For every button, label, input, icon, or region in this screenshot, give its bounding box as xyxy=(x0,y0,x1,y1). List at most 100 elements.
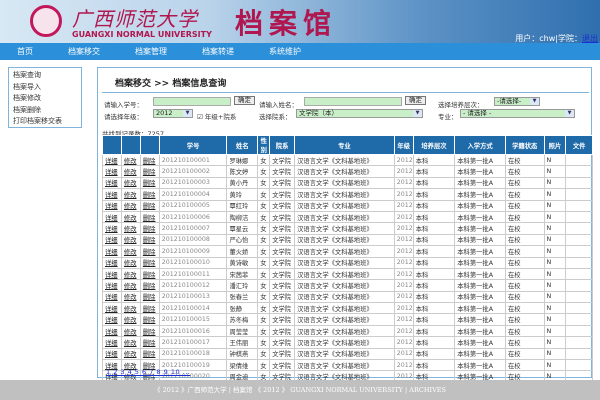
delete-link[interactable]: 删除 xyxy=(143,260,156,267)
edit-link[interactable]: 修改 xyxy=(124,215,137,222)
detail-link[interactable]: 详细 xyxy=(105,215,118,222)
college-select[interactable]: 文学院（本） ▼ xyxy=(296,109,423,118)
nav-transfer[interactable]: 档案移交 xyxy=(68,46,100,57)
user-label: 用户：chw|学院： xyxy=(515,34,582,43)
edit-link[interactable]: 修改 xyxy=(124,306,137,313)
nav-forward[interactable]: 档案转递 xyxy=(202,46,234,57)
action-cell: 删除 xyxy=(139,153,160,167)
detail-link[interactable]: 详细 xyxy=(105,317,118,324)
name-input[interactable] xyxy=(304,97,402,106)
detail-link[interactable]: 详细 xyxy=(105,306,118,313)
delete-link[interactable]: 删除 xyxy=(143,237,156,244)
delete-link[interactable]: 删除 xyxy=(143,158,156,165)
delete-link[interactable]: 删除 xyxy=(143,340,156,347)
detail-link[interactable]: 详细 xyxy=(105,192,118,199)
table-cell: 2012 xyxy=(393,347,414,361)
detail-link[interactable]: 详细 xyxy=(105,294,118,301)
edit-link[interactable]: 修改 xyxy=(124,249,137,256)
detail-link[interactable]: 详细 xyxy=(105,237,118,244)
chevron-down-icon: ▼ xyxy=(183,110,192,117)
table-cell: 在校 xyxy=(504,313,545,326)
detail-link[interactable]: 详细 xyxy=(105,249,118,256)
delete-link[interactable]: 删除 xyxy=(143,283,156,290)
edit-link[interactable]: 修改 xyxy=(124,340,137,347)
name-confirm-button[interactable]: 确定 xyxy=(405,96,426,105)
edit-link[interactable]: 修改 xyxy=(124,294,137,301)
sidebar-item-print[interactable]: 打印档案移交表 xyxy=(13,116,77,128)
nav-system[interactable]: 系统维护 xyxy=(269,46,301,57)
nav-home[interactable]: 首页 xyxy=(17,46,33,57)
grade-select[interactable]: 2012 ▼ xyxy=(153,109,193,118)
detail-link[interactable]: 详细 xyxy=(105,329,118,336)
filter-form: 请输入学号： 确定 请输入姓名： 确定 选择培养层次： -请选择- ▼ 请选择年级… xyxy=(102,92,589,121)
edit-link[interactable]: 修改 xyxy=(124,237,137,244)
table-cell: 女 xyxy=(257,153,271,167)
detail-link[interactable]: 详细 xyxy=(105,283,118,290)
major-select[interactable]: - 请选择 - ▼ xyxy=(460,109,575,118)
table-cell: 女 xyxy=(257,199,271,212)
table-cell: 201210100006 xyxy=(158,210,228,224)
pagination[interactable]: 1 2 3 4 5 6 7 8 9 10 ... xyxy=(106,368,190,376)
student-no-input[interactable] xyxy=(153,97,231,106)
detail-link[interactable]: 详细 xyxy=(105,169,118,176)
delete-link[interactable]: 删除 xyxy=(143,351,156,358)
delete-link[interactable]: 删除 xyxy=(143,215,156,222)
edit-link[interactable]: 修改 xyxy=(124,351,137,358)
delete-link[interactable]: 删除 xyxy=(143,329,156,336)
edit-link[interactable]: 修改 xyxy=(124,203,137,210)
edit-link[interactable]: 修改 xyxy=(124,329,137,336)
edit-link[interactable]: 修改 xyxy=(124,169,137,176)
delete-link[interactable]: 删除 xyxy=(143,306,156,313)
delete-link[interactable]: 删除 xyxy=(143,203,156,210)
delete-link[interactable]: 删除 xyxy=(143,249,156,256)
nav-manage[interactable]: 档案管理 xyxy=(135,46,167,57)
table-row: 详细 修改 删除 201210100006 陶柳洁女文学院 汉语言文学《文科基地班》 201… xyxy=(102,210,593,224)
delete-link[interactable]: 删除 xyxy=(143,169,156,176)
action-cell: 删除 xyxy=(139,313,160,326)
detail-link[interactable]: 详细 xyxy=(105,226,118,233)
edit-link[interactable]: 修改 xyxy=(124,180,137,187)
level-select[interactable]: -请选择- ▼ xyxy=(494,97,540,106)
sidebar-item-delete[interactable]: 档案删除 xyxy=(13,105,77,117)
table-cell xyxy=(565,210,593,224)
sidebar-item-edit[interactable]: 档案修改 xyxy=(13,93,77,105)
delete-link[interactable]: 删除 xyxy=(143,192,156,199)
delete-link[interactable]: 删除 xyxy=(143,272,156,279)
table-cell: 2012 xyxy=(393,222,414,235)
edit-link[interactable]: 修改 xyxy=(124,192,137,199)
detail-link[interactable]: 详细 xyxy=(105,351,118,358)
table-cell: N xyxy=(543,176,567,190)
detail-link[interactable]: 详细 xyxy=(105,158,118,165)
table-cell: 2012 xyxy=(393,245,414,258)
edit-link[interactable]: 修改 xyxy=(124,226,137,233)
detail-link[interactable]: 详细 xyxy=(105,340,118,347)
table-cell: 严心怡 xyxy=(226,233,259,247)
edit-link[interactable]: 修改 xyxy=(124,260,137,267)
sidebar-item-import[interactable]: 档案导入 xyxy=(13,82,77,94)
grade-college-checkbox[interactable]: ☑ 年级+院系 xyxy=(197,111,236,121)
table-cell: 在校 xyxy=(504,290,545,304)
logout-link[interactable]: 退出 xyxy=(582,34,598,43)
edit-link[interactable]: 修改 xyxy=(124,158,137,165)
sidebar-item-query[interactable]: 档案查询 xyxy=(13,70,77,82)
edit-link[interactable]: 修改 xyxy=(124,283,137,290)
detail-link[interactable]: 详细 xyxy=(105,260,118,267)
table-cell: 汉语言文学《文科基地班》 xyxy=(294,199,395,212)
header-banner: 广西师范大学 GUANGXI NORMAL UNIVERSITY 档案馆 用户：… xyxy=(0,0,600,43)
edit-link[interactable]: 修改 xyxy=(124,272,137,279)
table-cell: 2012 xyxy=(393,176,414,190)
edit-link[interactable]: 修改 xyxy=(124,317,137,324)
action-cell: 详细 xyxy=(102,245,122,258)
delete-link[interactable]: 删除 xyxy=(143,180,156,187)
table-cell: 201210100002 xyxy=(158,165,228,178)
delete-link[interactable]: 删除 xyxy=(143,317,156,324)
detail-link[interactable]: 详细 xyxy=(105,180,118,187)
table-cell: 覃红玲 xyxy=(226,199,259,212)
table-cell xyxy=(565,245,593,258)
detail-link[interactable]: 详细 xyxy=(105,203,118,210)
delete-link[interactable]: 删除 xyxy=(143,226,156,233)
action-cell: 详细 xyxy=(102,165,122,178)
delete-link[interactable]: 删除 xyxy=(143,294,156,301)
student-no-confirm-button[interactable]: 确定 xyxy=(234,96,255,105)
detail-link[interactable]: 详细 xyxy=(105,272,118,279)
